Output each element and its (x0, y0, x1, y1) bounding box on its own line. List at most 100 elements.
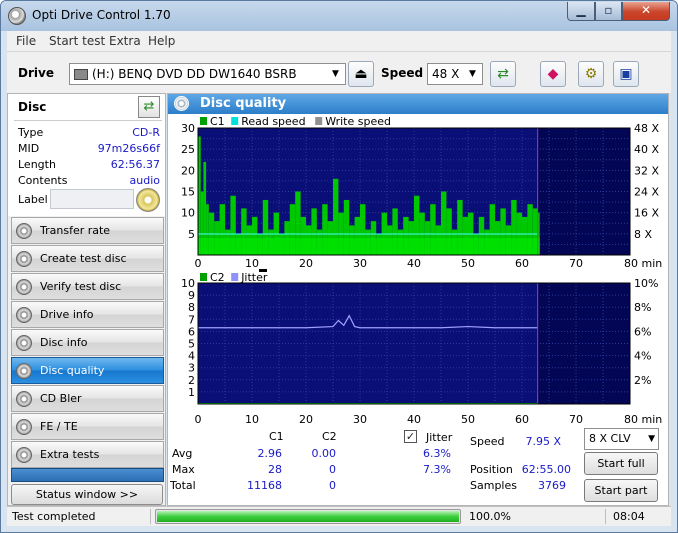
progress-percent: 100.0% (469, 510, 511, 523)
disc-length-label: Length (18, 158, 56, 171)
disc-icon (174, 96, 189, 111)
erase-button[interactable]: ◆ (540, 61, 566, 87)
nav-transfer-rate[interactable]: Transfer rate (11, 217, 164, 244)
refresh-icon: ⇄ (143, 99, 155, 114)
max-c1-value: 28 (268, 463, 282, 476)
avg-c1-value: 2.96 (257, 447, 283, 460)
nav-extra-tests[interactable]: Extra tests (11, 441, 164, 468)
nav-disc-info[interactable]: Disc info (11, 329, 164, 356)
disc-label-label: Label (18, 193, 48, 206)
disc-mid-label: MID (18, 142, 40, 155)
nav-fe-te[interactable]: FE / TE (11, 413, 164, 440)
menu-start-test[interactable]: Start test (49, 34, 105, 48)
menu-bar: File Start test Extra Help (7, 31, 671, 51)
progress-fill (157, 511, 459, 522)
disc-contents-value: audio (129, 174, 160, 187)
disc-icon (16, 223, 32, 239)
samples-label: Samples (470, 479, 517, 492)
total-c1-value: 11168 (247, 479, 282, 492)
maximize-button[interactable]: ▫ (595, 2, 622, 21)
nav-label: Extra tests (40, 448, 100, 461)
menu-file[interactable]: File (16, 34, 36, 48)
nav-create-test-disc[interactable]: Create test disc (11, 245, 164, 272)
chevron-down-icon: ▼ (469, 69, 476, 79)
avg-jitter-value: 6.3% (423, 447, 451, 460)
gears-icon: ⚙ (584, 66, 598, 82)
avg-c2-value: 0.00 (311, 447, 337, 460)
nav-label: Drive info (40, 308, 94, 321)
nav-label: Disc quality (40, 364, 105, 377)
nav-drive-info[interactable]: Drive info (11, 301, 164, 328)
settings-button[interactable]: ⚙ (578, 61, 604, 87)
nav-label: FE / TE (40, 420, 78, 433)
position-value: 62:55.00 (521, 463, 571, 476)
save-button[interactable]: ▣ (613, 61, 639, 87)
app-window: Opti Drive Control 1.70 ▁ ▫ ✕ File Start… (0, 0, 678, 533)
total-label: Total (170, 479, 196, 492)
drive-select-value: (H:) BENQ DVD DD DW1640 BSRB (92, 67, 297, 81)
disc-icon (16, 279, 32, 295)
close-button[interactable]: ✕ (622, 2, 670, 21)
window-title: Opti Drive Control 1.70 (32, 8, 171, 22)
speed-select[interactable]: 48 X ▼ (427, 63, 483, 85)
disc-mid-value: 97m26s66f (97, 142, 160, 155)
disc-icon (16, 307, 32, 323)
disc-icon (16, 447, 32, 463)
eject-icon: ⏏ (354, 66, 368, 82)
menu-extra[interactable]: Extra (109, 34, 141, 48)
refresh-speed-button[interactable]: ⇄ (490, 61, 516, 87)
eject-button[interactable]: ⏏ (348, 61, 374, 87)
chevron-down-icon: ▼ (648, 434, 655, 444)
nav-label: Verify test disc (40, 280, 122, 293)
test-speed-select[interactable]: 8 X CLV ▼ (584, 428, 659, 450)
eraser-icon: ◆ (547, 66, 559, 82)
nav-cd-bler[interactable]: CD Bler (11, 385, 164, 412)
drive-label: Drive (18, 66, 54, 80)
samples-value: 3769 (538, 479, 566, 492)
drive-icon (74, 69, 88, 80)
col-header-c1: C1 (269, 430, 284, 443)
drive-select[interactable]: (H:) BENQ DVD DD DW1640 BSRB ▼ (69, 63, 346, 85)
test-speed-value: 8 X CLV (589, 432, 631, 445)
disc-refresh-button[interactable]: ⇄ (138, 96, 160, 118)
max-c2-value: 0 (329, 463, 336, 476)
disc-icon (16, 335, 32, 351)
toolbar: Drive (H:) BENQ DVD DD DW1640 BSRB ▼ ⏏ S… (7, 51, 671, 93)
refresh-icon: ⇄ (497, 66, 509, 82)
nav-disc-quality[interactable]: Disc quality (11, 357, 164, 384)
disc-contents-label: Contents (18, 174, 68, 187)
jitter-checkbox[interactable]: ✓ (404, 430, 417, 443)
col-header-c2: C2 (322, 430, 337, 443)
start-full-button[interactable]: Start full (584, 452, 658, 475)
progress-bar (155, 509, 461, 524)
disc-title: Disc (18, 100, 47, 114)
status-text: Test completed (12, 510, 96, 523)
chevron-down-icon: ▼ (332, 69, 339, 79)
floppy-icon: ▣ (619, 66, 633, 82)
nav-verify-test-disc[interactable]: Verify test disc (11, 273, 164, 300)
left-panel: Disc ⇄ Type CD-R MID 97m26s66f Length 62… (7, 93, 166, 506)
elapsed-time: 08:04 (613, 510, 645, 523)
disc-length-value: 62:56.37 (110, 158, 160, 171)
menu-help[interactable]: Help (148, 34, 175, 48)
disc-icon (16, 251, 32, 267)
status-separator (605, 509, 606, 524)
disc-app-icon (8, 7, 26, 25)
start-part-button[interactable]: Start part (584, 479, 658, 502)
disc-icon (16, 419, 32, 435)
nav-label: Disc info (40, 336, 88, 349)
disc-icon (16, 391, 32, 407)
speed-label: Speed (381, 66, 424, 80)
jitter-label: Jitter (426, 431, 453, 444)
minimize-button[interactable]: ▁ (567, 2, 595, 21)
disc-separator (14, 120, 162, 121)
max-jitter-value: 7.3% (423, 463, 451, 476)
disc-label-button[interactable] (136, 188, 160, 212)
disc-type-label: Type (18, 126, 44, 139)
panel-header: Disc quality (168, 94, 668, 114)
disc-label-input[interactable] (50, 189, 134, 209)
speed-info-value: 7.95 X (525, 435, 561, 448)
max-label: Max (172, 463, 195, 476)
status-window-button[interactable]: Status window >> (11, 484, 163, 505)
panel-title: Disc quality (200, 96, 287, 111)
